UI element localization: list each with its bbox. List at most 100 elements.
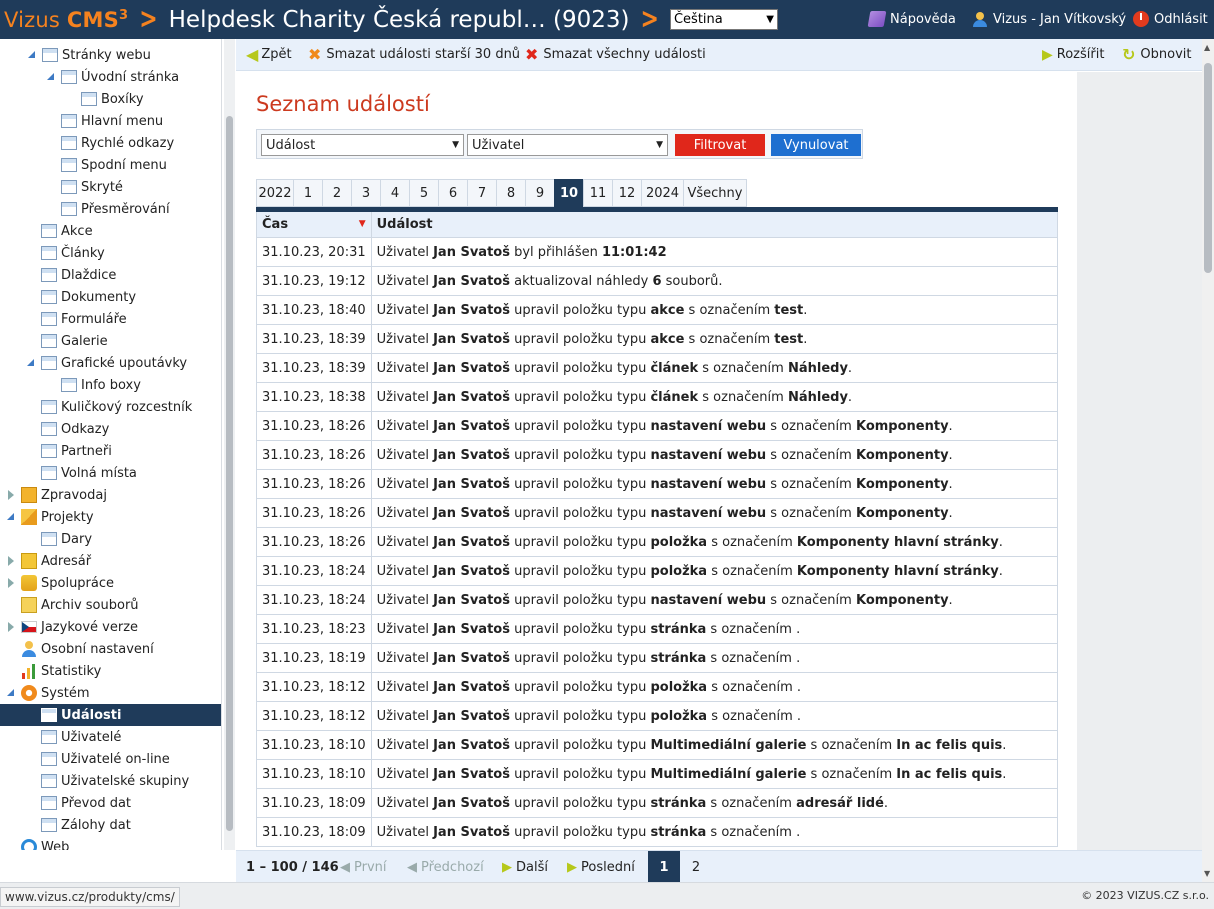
expand-button[interactable]: ▶ Rozšířit — [1042, 47, 1104, 62]
delete-old-button[interactable]: ✖ Smazat události starší 30 dnů — [308, 46, 520, 62]
help-link[interactable]: Nápověda — [867, 11, 956, 27]
table-row: 31.10.23, 18:12 Uživatel Jan Svatoš uprav… — [256, 701, 1059, 731]
sidebar-item-graficke-upoutavky[interactable]: Grafické upoutávky — [27, 352, 187, 374]
sidebar-item-spodni-menu[interactable]: Spodní menu — [61, 154, 167, 176]
sidebar-item-kulickovy-rozcestnik[interactable]: Kuličkový rozcestník — [41, 396, 192, 418]
expand-toggle-icon[interactable] — [7, 689, 14, 696]
sidebar-scrollbar-thumb[interactable] — [226, 116, 233, 831]
main-scrollbar[interactable]: ▲ ▼ — [1202, 39, 1214, 882]
reset-button[interactable]: Vynulovat — [771, 134, 861, 156]
tab-2022[interactable]: 2022 — [256, 179, 293, 207]
sidebar-item-presmerovani[interactable]: Přesměrování — [61, 198, 170, 220]
sidebar-item-rychle-odkazy[interactable]: Rychlé odkazy — [61, 132, 174, 154]
sidebar-item-osobni-nastaveni[interactable]: Osobní nastavení — [21, 638, 154, 660]
expand-toggle-icon[interactable] — [8, 578, 14, 588]
event-select[interactable]: Událost ▼ — [261, 134, 464, 156]
sidebar-item-partneri[interactable]: Partneři — [41, 440, 112, 462]
expand-toggle-icon[interactable] — [8, 622, 14, 632]
expand-toggle-icon[interactable] — [8, 556, 14, 566]
sidebar-item-formulare[interactable]: Formuláře — [41, 308, 127, 330]
sidebar-item-prevod-dat[interactable]: Převod dat — [41, 792, 131, 814]
sidebar-item-dokumenty[interactable]: Dokumenty — [41, 286, 136, 308]
sidebar-item-clanky[interactable]: Články — [41, 242, 105, 264]
time-header-label: Čas — [262, 217, 289, 232]
tab-9[interactable]: 9 — [525, 179, 554, 207]
sidebar-item-dlazdice[interactable]: Dlaždice — [41, 264, 116, 286]
event-text: s označením — [698, 389, 788, 405]
expand-toggle-icon[interactable] — [7, 513, 14, 520]
page-icon — [41, 466, 57, 480]
expand-toggle-icon[interactable] — [28, 51, 35, 58]
sidebar-item-hlavni-menu[interactable]: Hlavní menu — [61, 110, 163, 132]
page-2-button[interactable]: 2 — [684, 851, 708, 883]
refresh-button[interactable]: ↻ Obnovit — [1122, 46, 1192, 62]
sidebar-item-uzivatele[interactable]: Uživatelé — [41, 726, 121, 748]
tab-2024[interactable]: 2024 — [641, 179, 683, 207]
time-column-header[interactable]: Čas ▼ — [256, 209, 372, 238]
tab-8[interactable]: 8 — [496, 179, 525, 207]
tab-3[interactable]: 3 — [351, 179, 380, 207]
back-button[interactable]: ◀ Zpět — [246, 46, 292, 62]
prev-page-button[interactable]: ◀ Předchozí — [407, 851, 484, 883]
language-select[interactable]: Čeština ▼ — [669, 9, 778, 30]
sidebar-item-stranky-webu[interactable]: Stránky webu — [28, 44, 151, 66]
sidebar-item-odkazy[interactable]: Odkazy — [41, 418, 109, 440]
event-text: souborů. — [661, 273, 723, 289]
tab-10[interactable]: 10 — [554, 179, 583, 207]
event-description: Uživatel Jan Svatoš upravil položku typu… — [370, 817, 1059, 847]
next-page-button[interactable]: ▶ Další — [502, 851, 548, 883]
sidebar-item-udalosti[interactable]: Události — [0, 704, 221, 726]
filter-button[interactable]: Filtrovat — [675, 134, 765, 156]
collaboration-icon — [21, 575, 37, 591]
expand-toggle-icon[interactable] — [47, 73, 54, 80]
sidebar-item-uvodni-stranka[interactable]: Úvodní stránka — [47, 66, 179, 88]
tab-všechny[interactable]: Všechny — [683, 179, 747, 207]
tab-12[interactable]: 12 — [612, 179, 641, 207]
sidebar-item-uzivatele-online[interactable]: Uživatelé on-line — [41, 748, 170, 770]
sidebar-item-web[interactable]: Web — [21, 836, 69, 850]
event-text: s označením — [684, 331, 775, 347]
last-page-button[interactable]: ▶ Poslední — [567, 851, 635, 883]
sidebar-item-statistiky[interactable]: Statistiky — [21, 660, 101, 682]
delete-all-button[interactable]: ✖ Smazat všechny události — [525, 46, 706, 62]
cms-logo[interactable]: Vizus CMS3 — [4, 8, 128, 32]
expand-toggle-icon[interactable] — [8, 490, 14, 500]
sidebar-item-archiv-souboru[interactable]: Archiv souborů — [21, 594, 139, 616]
tab-11[interactable]: 11 — [583, 179, 612, 207]
user-select[interactable]: Uživatel ▼ — [467, 134, 668, 156]
sidebar-item-uzivatelske-skupiny[interactable]: Uživatelské skupiny — [41, 770, 189, 792]
sidebar-item-boxiky[interactable]: Boxíky — [81, 88, 144, 110]
tab-7[interactable]: 7 — [467, 179, 496, 207]
sidebar-item-spoluprace[interactable]: Spolupráce — [8, 572, 114, 594]
tab-4[interactable]: 4 — [380, 179, 409, 207]
logout-link[interactable]: Odhlásit — [1133, 11, 1208, 27]
sidebar-item-galerie[interactable]: Galerie — [41, 330, 108, 352]
site-title[interactable]: Helpdesk Charity Česká republ… (9023) — [169, 7, 630, 33]
sidebar-item-jazykove-verze[interactable]: Jazykové verze — [8, 616, 138, 638]
sidebar-item-zpravodaj[interactable]: Zpravodaj — [8, 484, 107, 506]
scroll-up-icon[interactable]: ▲ — [1204, 43, 1210, 52]
sidebar-item-volna-mista[interactable]: Volná místa — [41, 462, 137, 484]
sidebar-item-projekty[interactable]: Projekty — [7, 506, 94, 528]
event-text: Uživatel — [376, 766, 434, 782]
first-page-button[interactable]: ◀ První — [340, 851, 387, 883]
user-link[interactable]: Vizus - Jan Vítkovský — [972, 11, 1126, 27]
tab-6[interactable]: 6 — [438, 179, 467, 207]
expand-toggle-icon[interactable] — [27, 359, 34, 366]
sidebar-item-dary[interactable]: Dary — [41, 528, 92, 550]
main-scrollbar-thumb[interactable] — [1204, 63, 1212, 273]
event-highlight: Komponenty hlavní stránky — [796, 534, 999, 550]
sidebar-item-adresar[interactable]: Adresář — [8, 550, 91, 572]
page-1-button[interactable]: 1 — [648, 851, 680, 883]
tab-2[interactable]: 2 — [322, 179, 351, 207]
sidebar-item-system[interactable]: Systém — [7, 682, 89, 704]
scroll-down-icon[interactable]: ▼ — [1204, 869, 1210, 878]
tab-5[interactable]: 5 — [409, 179, 438, 207]
sidebar-item-zalohy-dat[interactable]: Zálohy dat — [41, 814, 131, 836]
event-column-header[interactable]: Událost — [370, 209, 1059, 238]
sidebar-item-info-boxy[interactable]: Info boxy — [61, 374, 141, 396]
sidebar-scrollbar[interactable] — [224, 39, 235, 850]
sidebar-item-akce[interactable]: Akce — [41, 220, 93, 242]
sidebar-item-skryte[interactable]: Skryté — [61, 176, 123, 198]
tab-1[interactable]: 1 — [293, 179, 322, 207]
